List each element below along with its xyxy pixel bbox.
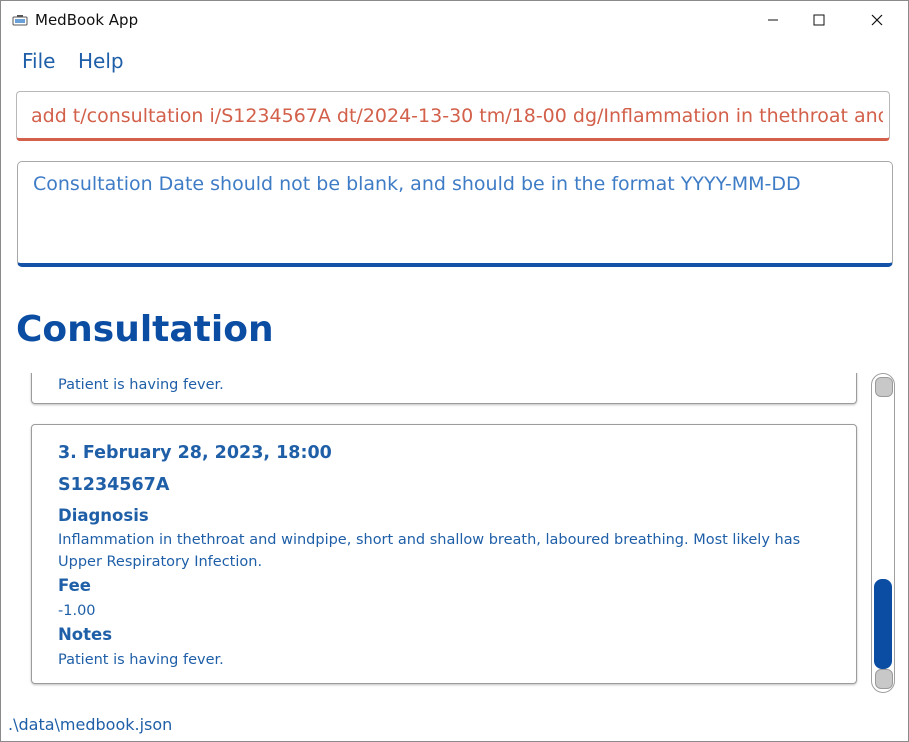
notes-value: Patient is having fever. — [58, 652, 224, 668]
minimize-icon — [768, 19, 778, 21]
maximize-icon — [813, 14, 825, 26]
diagnosis-label: Diagnosis — [58, 506, 149, 525]
fee-label: Fee — [58, 576, 91, 595]
close-icon — [871, 14, 883, 26]
consultation-header: 3. February 28, 2023, 18:00 — [58, 443, 332, 463]
app-icon — [12, 13, 28, 27]
consultation-card[interactable]: 3. February 28, 2023, 18:00 S1234567A Di… — [31, 424, 857, 684]
maximize-button[interactable] — [796, 1, 842, 39]
scroll-down-button[interactable] — [875, 669, 893, 689]
minimize-button[interactable] — [750, 1, 796, 39]
notes-value: Patient is having fever. — [58, 377, 224, 393]
title-bar: MedBook App — [1, 1, 908, 39]
consultation-card[interactable]: Patient is having fever. — [31, 373, 857, 404]
consultation-list[interactable]: Patient is having fever. 3. February 28,… — [1, 373, 908, 699]
result-message: Consultation Date should not be blank, a… — [33, 173, 801, 195]
command-box — [16, 91, 890, 141]
window-title: MedBook App — [35, 11, 139, 29]
section-title: Consultation — [16, 309, 274, 350]
result-display[interactable]: Consultation Date should not be blank, a… — [17, 161, 893, 267]
menu-bar: File Help — [1, 45, 908, 77]
menu-file[interactable]: File — [22, 49, 55, 73]
list-scrollbar[interactable] — [871, 373, 895, 693]
notes-label: Notes — [58, 625, 113, 644]
close-button[interactable] — [854, 1, 900, 39]
status-file-path: .\data\medbook.json — [8, 715, 173, 734]
diagnosis-value: Inflammation in thethroat and windpipe, … — [58, 532, 801, 570]
menu-help[interactable]: Help — [78, 49, 124, 73]
fee-value: -1.00 — [58, 603, 96, 619]
command-input[interactable] — [31, 102, 883, 130]
scroll-up-button[interactable] — [875, 377, 893, 397]
patient-id: S1234567A — [58, 475, 170, 495]
scroll-thumb[interactable] — [874, 579, 892, 669]
app-window: MedBook App File Help Consultation Date … — [0, 0, 909, 742]
